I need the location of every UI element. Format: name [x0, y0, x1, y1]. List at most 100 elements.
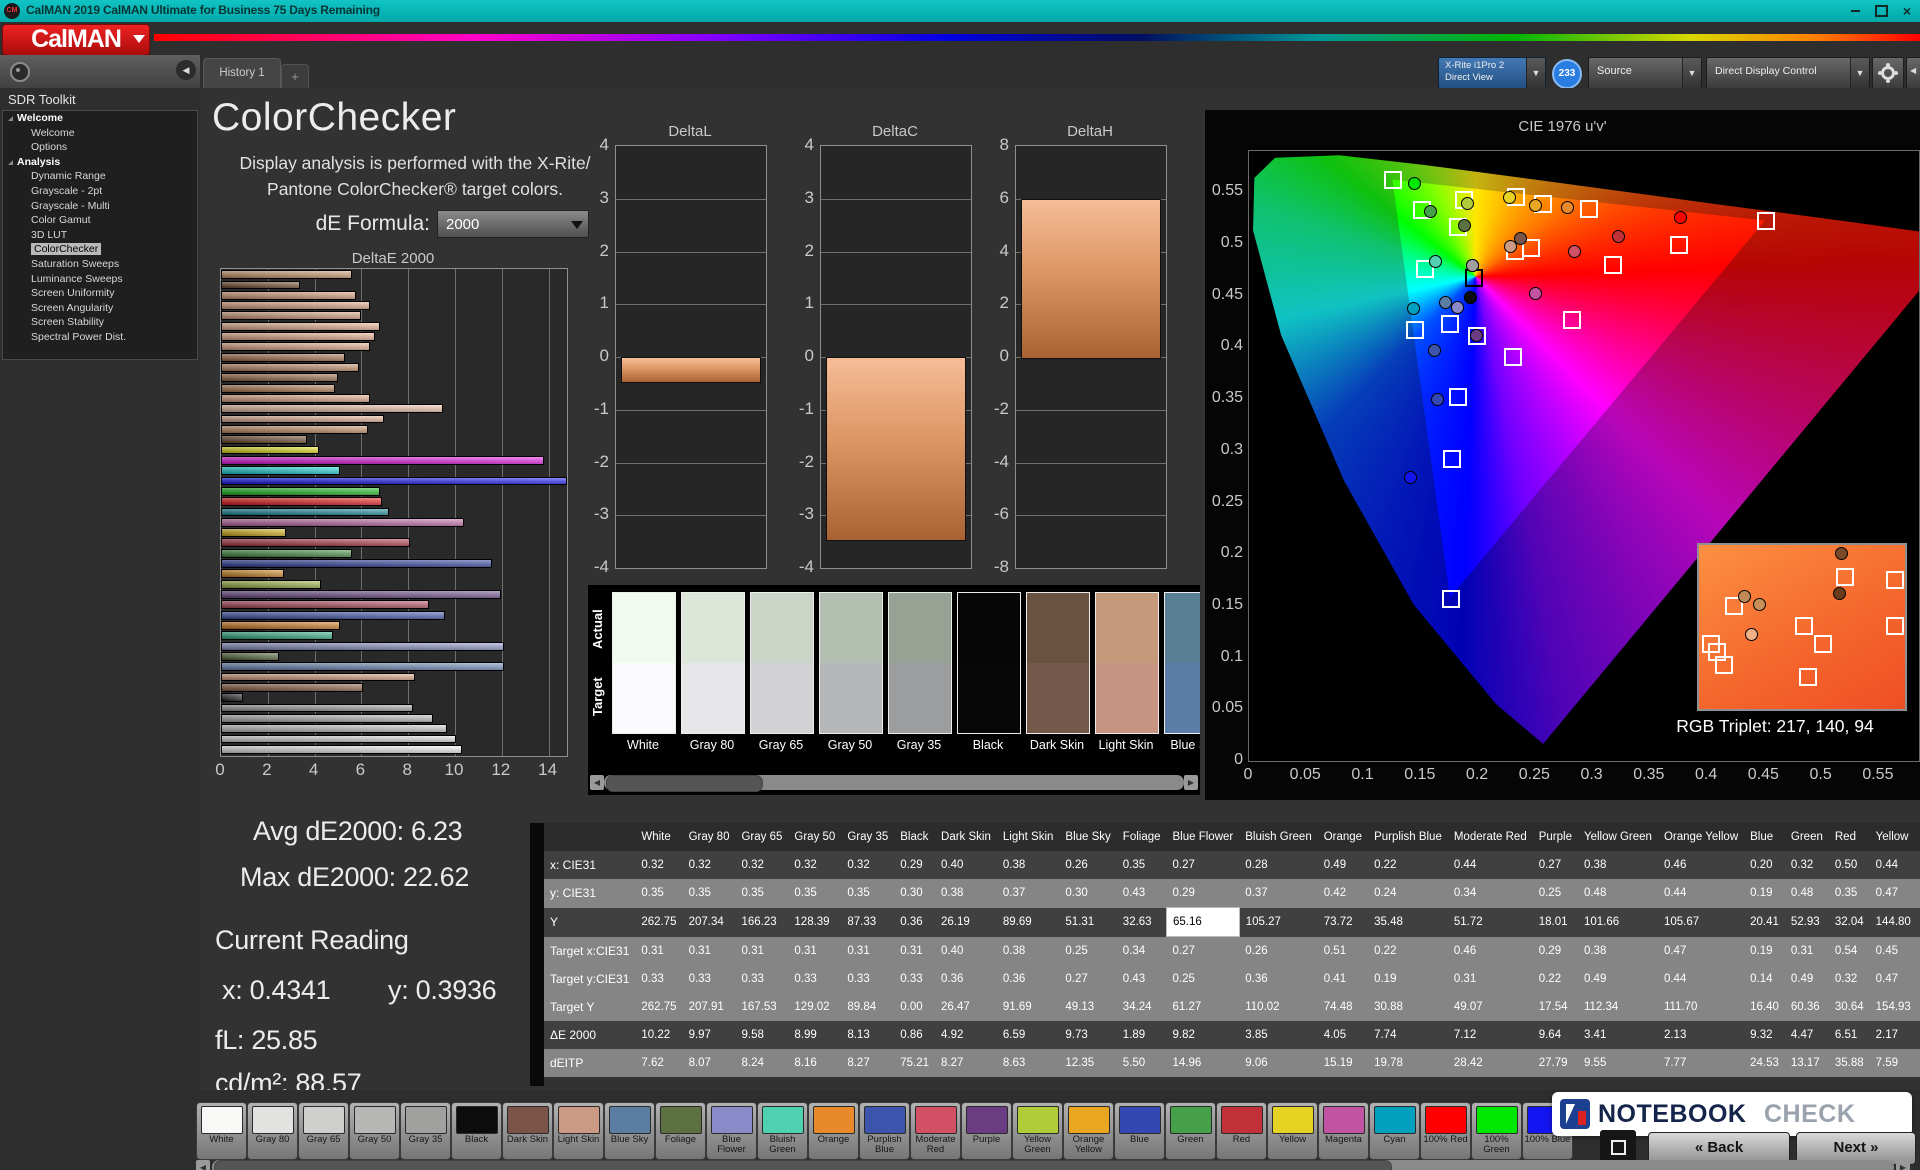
swatch-column-light-skin[interactable] [1095, 592, 1159, 734]
sidebar-item-colorchecker[interactable]: ColorChecker [3, 242, 197, 257]
patch-button-green[interactable]: Green [1165, 1102, 1216, 1160]
sidebar-item-options[interactable]: Options [3, 140, 197, 155]
sidebar-item-grayscale-2pt[interactable]: Grayscale - 2pt [3, 184, 197, 199]
table-cell: 8.24 [735, 1049, 789, 1077]
sidebar-item-screen-uniformity[interactable]: Screen Uniformity [3, 286, 197, 301]
patch-button-bluish-green[interactable]: Bluish Green [757, 1102, 808, 1160]
patch-button-gray-35[interactable]: Gray 35 [400, 1102, 451, 1160]
scroll-right-icon[interactable]: ▶ [1896, 1160, 1910, 1170]
swatch-column-blue-sky[interactable] [1164, 592, 1200, 734]
patch-button-blue-sky[interactable]: Blue Sky [604, 1102, 655, 1160]
swatch-column-gray-65[interactable] [750, 592, 814, 734]
patch-button-orange[interactable]: Orange [808, 1102, 859, 1160]
tab-add[interactable]: + [281, 64, 309, 89]
sidebar-item-saturation-sweeps[interactable]: Saturation Sweeps [3, 257, 197, 272]
swatch-column-dark-skin[interactable] [1026, 592, 1090, 734]
minimize-button[interactable] [1842, 2, 1868, 20]
scroll-left-icon[interactable]: ◀ [590, 775, 604, 790]
sidebar-item-screen-angularity[interactable]: Screen Angularity [3, 301, 197, 316]
screen-icon-button[interactable] [1600, 1130, 1636, 1164]
formula-dropdown[interactable]: 2000 [437, 210, 589, 238]
maximize-button[interactable] [1868, 2, 1894, 20]
sidebar-collapse-button[interactable]: ◀ [176, 60, 196, 80]
table-cell: 0.47 [1869, 965, 1917, 993]
sidebar-item-welcome[interactable]: Welcome [3, 126, 197, 141]
patch-button-yellow-green[interactable]: Yellow Green [1012, 1102, 1063, 1160]
sidebar-item-label: ColorChecker [31, 243, 102, 256]
scroll-left-icon[interactable]: ◀ [196, 1160, 210, 1170]
sidebar-item-luminance-sweeps[interactable]: Luminance Sweeps [3, 272, 197, 287]
patch-button-gray-80[interactable]: Gray 80 [247, 1102, 298, 1160]
patch-button-100-green[interactable]: 100% Green [1471, 1102, 1522, 1160]
meter-count-badge[interactable]: 233 [1552, 59, 1582, 89]
swatch-column-black[interactable] [957, 592, 1021, 734]
table-cell: 0.31 [1447, 965, 1533, 993]
patch-button-cyan[interactable]: Cyan [1369, 1102, 1420, 1160]
target-marker-18 [1443, 450, 1462, 469]
patch-button-purple[interactable]: Purple [961, 1102, 1012, 1160]
patch-button-dark-skin[interactable]: Dark Skin [502, 1102, 553, 1160]
patch-button-moderate-red[interactable]: Moderate Red [910, 1102, 961, 1160]
patch-button-gray-65[interactable]: Gray 65 [298, 1102, 349, 1160]
current-reading-label: Current Reading [215, 925, 409, 955]
scroll-right-icon[interactable]: ▶ [1184, 775, 1198, 790]
sidebar-item-label: Welcome [31, 126, 75, 139]
deltae-bar [221, 476, 567, 486]
patch-button-purplish-blue[interactable]: Purplish Blue [859, 1102, 910, 1160]
sidebar-item-dynamic-range[interactable]: Dynamic Range [3, 169, 197, 184]
measured-marker-22 [1529, 286, 1543, 300]
panel-collapse-button[interactable]: ◀ [1906, 57, 1920, 89]
target-marker-13 [1449, 387, 1468, 406]
patch-label: Green [1177, 1134, 1204, 1145]
patch-button-magenta[interactable]: Magenta [1318, 1102, 1369, 1160]
table-row: x: CIE31 0.32 0.32 0.32 0.32 0.32 0.29 0.40 0.38… [544, 851, 1920, 879]
gridline [616, 198, 766, 200]
sidebar-item-grayscale-multi[interactable]: Grayscale - Multi [3, 199, 197, 214]
sidebar-item-welcome[interactable]: Welcome [3, 111, 197, 126]
swatch-scrollbar-thumb[interactable] [606, 775, 763, 792]
meter-dropdown[interactable]: X-Rite i1Pro 2 Direct View ▼ [1438, 57, 1546, 89]
swatch-column-gray-50[interactable] [819, 592, 883, 734]
table-cell: 19.78 [1368, 1049, 1448, 1077]
patch-button-light-skin[interactable]: Light Skin [553, 1102, 604, 1160]
patch-button-black[interactable]: Black [451, 1102, 502, 1160]
sidebar-item-3d-lut[interactable]: 3D LUT [3, 228, 197, 243]
table-cell: 91.69 [996, 993, 1060, 1021]
patch-label: Cyan [1383, 1134, 1406, 1145]
patch-button-gray-50[interactable]: Gray 50 [349, 1102, 400, 1160]
max-de2000: Max dE2000: 22.62 [240, 862, 470, 892]
calman-logo[interactable]: CalMAN [2, 24, 150, 56]
close-button[interactable]: × [1894, 2, 1920, 20]
swatch-label: Gray 80 [689, 738, 735, 752]
patch-button-yellow[interactable]: Yellow [1267, 1102, 1318, 1160]
deltae-bar [221, 507, 390, 517]
table-cell: 0.26 [1059, 851, 1117, 879]
settings-button[interactable] [1872, 57, 1904, 89]
patch-button-red[interactable]: Red [1216, 1102, 1267, 1160]
table-column-header: Orange [1317, 823, 1369, 851]
patch-button-foliage[interactable]: Foliage [655, 1102, 706, 1160]
patch-button-blue-flower[interactable]: Blue Flower [706, 1102, 757, 1160]
deltae-bar [221, 445, 319, 455]
patch-swatch [863, 1106, 906, 1134]
patch-label: Purplish Blue [867, 1134, 902, 1155]
deltae-x-tick: 4 [308, 760, 319, 779]
swatch-label: Gray 35 [896, 738, 942, 752]
sidebar-item-analysis[interactable]: Analysis [3, 155, 197, 170]
swatch-column-white[interactable] [612, 592, 676, 734]
patch-button-blue[interactable]: Blue [1114, 1102, 1165, 1160]
tab-history-1[interactable]: History 1 [203, 58, 281, 89]
patch-button-white[interactable]: White [196, 1102, 247, 1160]
patch-button-orange-yellow[interactable]: Orange Yellow [1063, 1102, 1114, 1160]
sidebar-radio-button[interactable] [10, 62, 30, 82]
sidebar-item-color-gamut[interactable]: Color Gamut [3, 213, 197, 228]
swatch-column-gray-80[interactable] [681, 592, 745, 734]
sidebar-item-spectral-power-dist-[interactable]: Spectral Power Dist. [3, 330, 197, 345]
swatch-column-gray-35[interactable] [888, 592, 952, 734]
delta-y-tick: 8 [999, 135, 1009, 154]
display-control-dropdown[interactable]: Direct Display Control ▼ [1706, 57, 1870, 89]
patch-scrollbar-thumb[interactable] [214, 1160, 1392, 1170]
sidebar-item-screen-stability[interactable]: Screen Stability [3, 315, 197, 330]
source-dropdown[interactable]: Source ▼ [1588, 57, 1702, 89]
patch-button-100-red[interactable]: 100% Red [1420, 1102, 1471, 1160]
